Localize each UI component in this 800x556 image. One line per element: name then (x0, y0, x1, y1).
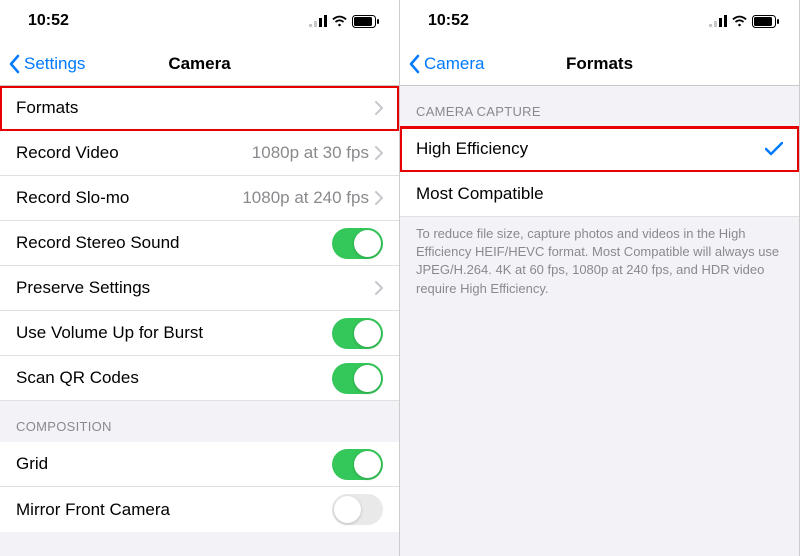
high-efficiency-row[interactable]: High Efficiency (400, 127, 799, 172)
most-compatible-label: Most Compatible (416, 184, 544, 204)
chevron-left-icon (408, 54, 420, 74)
formats-footer: To reduce file size, capture photos and … (400, 217, 799, 316)
scan-qr-row: Scan QR Codes (0, 356, 399, 401)
nav-bar: Settings Camera (0, 42, 399, 86)
mirror-toggle[interactable] (332, 494, 383, 525)
wifi-icon (731, 15, 748, 27)
back-label: Settings (24, 54, 85, 74)
settings-list[interactable]: Formats Record Video 1080p at 30 fps Rec… (0, 86, 399, 556)
chevron-right-icon (375, 146, 383, 160)
status-right (309, 15, 379, 28)
stereo-row: Record Stereo Sound (0, 221, 399, 266)
camera-capture-header: CAMERA CAPTURE (400, 86, 799, 127)
record-video-label: Record Video (16, 143, 119, 163)
volume-burst-label: Use Volume Up for Burst (16, 323, 203, 343)
camera-settings-screen: 10:52 Settings Camera Formats Record (0, 0, 400, 556)
high-efficiency-label: High Efficiency (416, 139, 528, 159)
status-time: 10:52 (428, 12, 469, 30)
volume-burst-toggle[interactable] (332, 318, 383, 349)
back-button[interactable]: Camera (400, 54, 484, 74)
battery-icon (352, 15, 379, 28)
formats-list[interactable]: CAMERA CAPTURE High Efficiency Most Comp… (400, 86, 799, 556)
page-title: Formats (566, 54, 633, 74)
wifi-icon (331, 15, 348, 27)
checkmark-icon (765, 142, 783, 156)
cellular-signal-icon (709, 15, 727, 27)
record-slomo-label: Record Slo-mo (16, 188, 129, 208)
chevron-right-icon (375, 191, 383, 205)
chevron-right-icon (375, 281, 383, 295)
back-label: Camera (424, 54, 484, 74)
grid-label: Grid (16, 454, 48, 474)
chevron-right-icon (375, 101, 383, 115)
mirror-row: Mirror Front Camera (0, 487, 399, 532)
volume-burst-row: Use Volume Up for Burst (0, 311, 399, 356)
formats-row[interactable]: Formats (0, 86, 399, 131)
scan-qr-label: Scan QR Codes (16, 368, 139, 388)
record-slomo-value: 1080p at 240 fps (129, 188, 369, 208)
formats-label: Formats (16, 98, 78, 118)
record-slomo-row[interactable]: Record Slo-mo 1080p at 240 fps (0, 176, 399, 221)
preserve-settings-label: Preserve Settings (16, 278, 150, 298)
cellular-signal-icon (309, 15, 327, 27)
preserve-settings-row[interactable]: Preserve Settings (0, 266, 399, 311)
stereo-toggle[interactable] (332, 228, 383, 259)
scan-qr-toggle[interactable] (332, 363, 383, 394)
status-bar: 10:52 (0, 0, 399, 42)
record-video-value: 1080p at 30 fps (119, 143, 369, 163)
formats-screen: 10:52 Camera Formats CAMERA CAPTURE High… (400, 0, 800, 556)
composition-header: COMPOSITION (0, 401, 399, 442)
record-video-row[interactable]: Record Video 1080p at 30 fps (0, 131, 399, 176)
status-right (709, 15, 779, 28)
chevron-left-icon (8, 54, 20, 74)
back-button[interactable]: Settings (0, 54, 85, 74)
battery-icon (752, 15, 779, 28)
grid-row: Grid (0, 442, 399, 487)
nav-bar: Camera Formats (400, 42, 799, 86)
status-bar: 10:52 (400, 0, 799, 42)
stereo-label: Record Stereo Sound (16, 233, 180, 253)
most-compatible-row[interactable]: Most Compatible (400, 172, 799, 217)
page-title: Camera (168, 54, 230, 74)
status-time: 10:52 (28, 12, 69, 30)
grid-toggle[interactable] (332, 449, 383, 480)
mirror-label: Mirror Front Camera (16, 500, 170, 520)
